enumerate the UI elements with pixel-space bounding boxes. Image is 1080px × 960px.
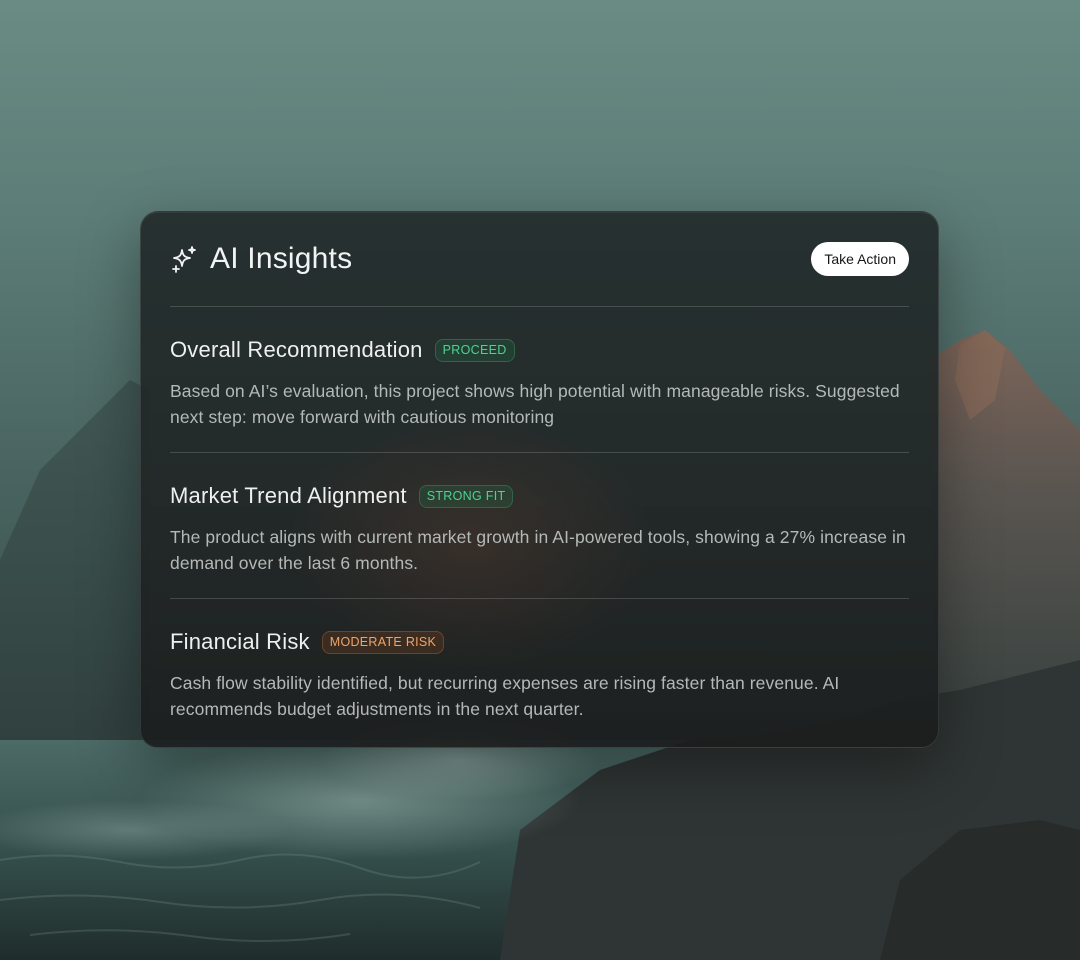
insight-financial-risk: Financial Risk MODERATE RISK Cash flow s…	[170, 599, 909, 745]
status-badge: MODERATE RISK	[321, 630, 445, 654]
ai-insights-card: AI Insights Take Action Overall Recommen…	[140, 211, 939, 748]
card-title: AI Insights	[210, 242, 353, 275]
section-description: The product aligns with current market g…	[170, 527, 906, 573]
card-header: AI Insights Take Action	[170, 212, 909, 307]
insight-market-trend-alignment: Market Trend Alignment STRONG FIT The pr…	[170, 453, 909, 599]
section-title: Overall Recommendation	[170, 337, 423, 362]
section-title: Financial Risk	[170, 629, 310, 654]
sparkle-icon	[170, 244, 200, 274]
section-description: Based on AI’s evaluation, this project s…	[170, 381, 900, 427]
title-group: AI Insights	[170, 242, 352, 276]
insight-overall-recommendation: Overall Recommendation PROCEED Based on …	[170, 307, 909, 453]
section-title: Market Trend Alignment	[170, 483, 407, 508]
section-header: Financial Risk MODERATE RISK	[170, 627, 909, 657]
section-header: Overall Recommendation PROCEED	[170, 335, 909, 365]
status-badge: PROCEED	[434, 338, 515, 362]
section-description: Cash flow stability identified, but recu…	[170, 673, 840, 719]
take-action-button[interactable]: Take Action	[811, 242, 909, 276]
status-badge: STRONG FIT	[418, 484, 514, 508]
section-header: Market Trend Alignment STRONG FIT	[170, 481, 909, 511]
